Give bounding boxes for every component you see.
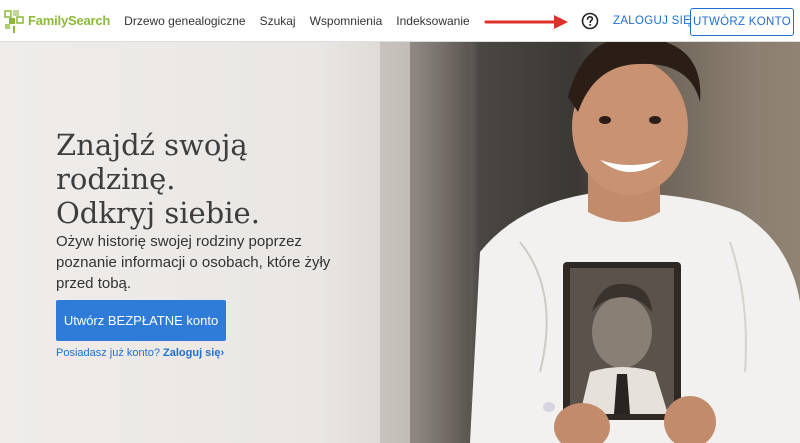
hero-section: Znajdź swoją rodzinę. Odkryj siebie. Oży… xyxy=(0,42,800,443)
hero-subtitle: Ożyw historię swojej rodziny poprzez poz… xyxy=(56,233,331,292)
arrow-right-icon xyxy=(484,15,568,29)
main-nav: Drzewo genealogiczne Szukaj Wspomnienia … xyxy=(124,14,484,28)
hero-title-line: Odkryj siebie. xyxy=(56,196,260,230)
tree-logo-icon xyxy=(4,9,24,33)
chevron-right-icon: › xyxy=(220,347,225,359)
already-have-account-text: Posiadasz już konto? xyxy=(56,347,160,359)
hero-title-line: Znajdź swoją xyxy=(56,128,248,162)
create-free-account-button[interactable]: Utwórz BEZPŁATNE konto xyxy=(56,300,226,341)
nav-search[interactable]: Szukaj xyxy=(260,14,296,28)
hero-title-line: rodzinę. xyxy=(56,162,176,196)
already-have-account: Posiadasz już konto? Zaloguj się› xyxy=(56,347,224,359)
hero-title: Znajdź swoją rodzinę. Odkryj siebie. xyxy=(56,128,356,230)
top-navigation-bar: FamilySearch Drzewo genealogiczne Szukaj… xyxy=(0,0,800,42)
signin-link[interactable]: ZALOGUJ SIĘ xyxy=(613,15,691,27)
hero-signin-link[interactable]: Zaloguj się xyxy=(163,347,220,359)
nav-indexing[interactable]: Indeksowanie xyxy=(396,14,469,28)
familysearch-logo[interactable]: FamilySearch xyxy=(4,0,110,42)
logo-text: FamilySearch xyxy=(28,13,111,28)
create-account-button[interactable]: UTWÓRZ KONTO xyxy=(690,8,794,36)
nav-memories[interactable]: Wspomnienia xyxy=(310,14,383,28)
nav-family-tree[interactable]: Drzewo genealogiczne xyxy=(124,14,245,28)
help-circle-icon[interactable] xyxy=(581,12,599,30)
